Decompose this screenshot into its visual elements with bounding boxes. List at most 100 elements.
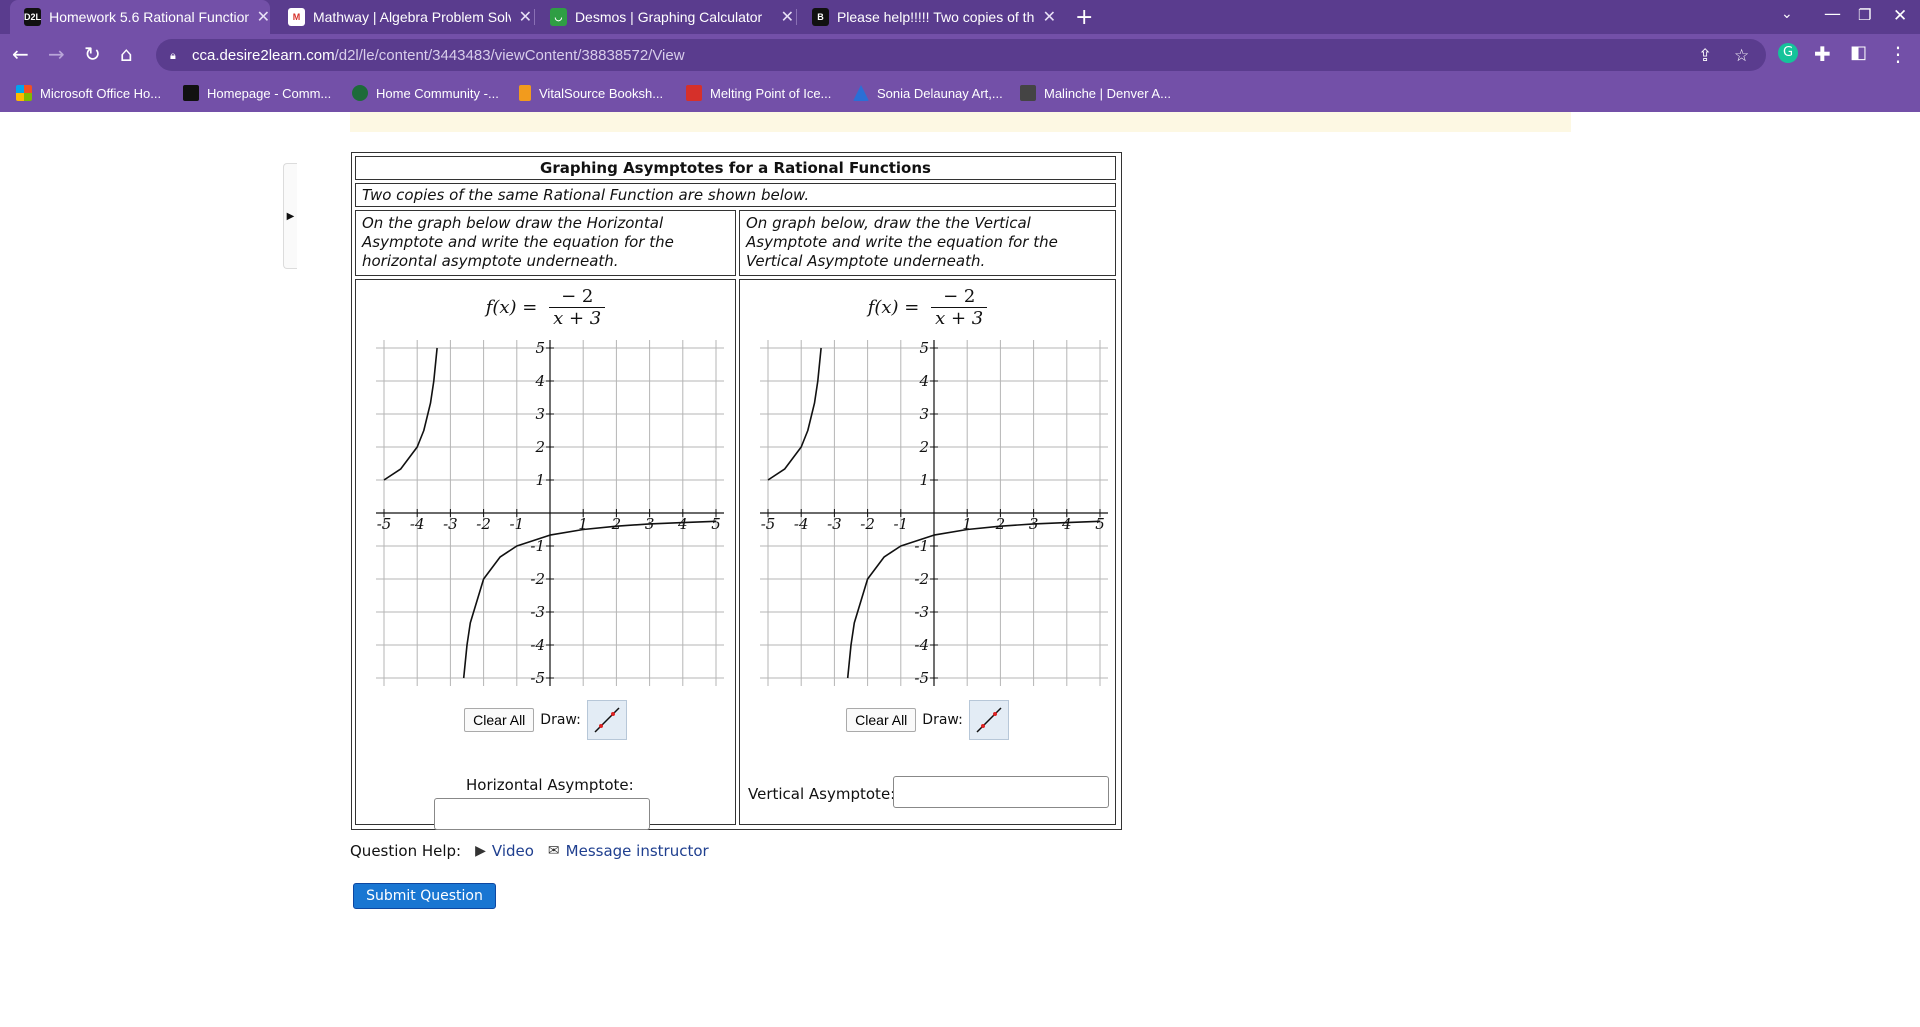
bookmarks-bar: Microsoft Office Ho... Homepage - Comm..… <box>0 76 1920 112</box>
x-tick-label: -3 <box>827 515 842 533</box>
url-text: cca.desire2learn.com/d2l/le/content/3443… <box>192 47 685 64</box>
horizontal-asymptote-input[interactable] <box>434 798 650 830</box>
bookmark-item[interactable]: Microsoft Office Ho... <box>16 85 161 101</box>
vertical-asymptote-input[interactable] <box>893 776 1109 808</box>
function-graph[interactable]: -5 -4 -3 -2 -1 1 2 3 4 554321-1-2-3-4-5 <box>376 339 724 687</box>
x-tick-label: -2 <box>476 515 491 533</box>
bookmark-item[interactable]: Homepage - Comm... <box>183 85 331 101</box>
back-icon[interactable]: ← <box>12 42 29 66</box>
bookmark-label: Melting Point of Ice... <box>710 85 832 101</box>
formula-denominator: x + 3 <box>935 308 984 329</box>
formula-numerator: − 2 <box>931 286 988 308</box>
clear-all-button[interactable]: Clear All <box>846 708 917 732</box>
question-subtitle: Two copies of the same Rational Function… <box>355 183 1116 207</box>
bookmark-label: Home Community -... <box>376 85 499 101</box>
restore-icon[interactable]: ❐ <box>1858 6 1871 24</box>
line-tool-button[interactable] <box>586 700 627 740</box>
formula-lhs: f(x) = <box>485 297 538 318</box>
x-tick-label: 2 <box>611 515 622 533</box>
x-tick-label: -4 <box>794 515 809 533</box>
url-path: /d2l/le/content/3443483/viewContent/3883… <box>334 46 685 64</box>
video-icon: ▶︎ <box>475 843 486 859</box>
y-tick-label: -4 <box>530 636 545 654</box>
tab-brainly[interactable]: B Please help!!!!! Two copies of the ✕ <box>798 0 1056 34</box>
tab-label: Mathway | Algebra Problem Solv <box>312 9 511 25</box>
grammarly-icon[interactable]: G <box>1778 43 1798 63</box>
formula-fraction: − 2 x + 3 <box>549 286 606 329</box>
formula-fraction: − 2 x + 3 <box>931 286 988 329</box>
y-tick-label: 1 <box>919 471 929 489</box>
x-tick-label: 4 <box>677 515 688 533</box>
x-tick-label: -2 <box>860 515 875 533</box>
tab-desmos[interactable]: ◡ Desmos | Graphing Calculator ✕ <box>536 0 794 34</box>
side-panel-icon[interactable]: ◧ <box>1850 42 1867 63</box>
formula-numerator: − 2 <box>549 286 606 308</box>
right-instruction: On graph below, draw the the Vertical As… <box>739 210 1116 276</box>
bookmark-star-icon[interactable]: ☆ <box>1734 46 1749 66</box>
bookmark-item[interactable]: Malinche | Denver A... <box>1020 85 1171 101</box>
side-panel-toggle[interactable]: ▶ <box>283 163 297 269</box>
tab-label: Homework 5.6 Rational Function <box>49 9 249 25</box>
menu-icon[interactable]: ⋮ <box>1888 42 1908 66</box>
extensions-icon[interactable]: ✚ <box>1814 42 1831 66</box>
y-tick-label: -2 <box>530 570 545 588</box>
share-icon[interactable]: ⇪ <box>1698 46 1712 66</box>
graph-canvas[interactable]: -5 -4 -3 -2 -1 1 2 3 4 5 5 4 3 2 1 -1 -2 -3 -4 -5 <box>376 339 724 687</box>
clear-all-button[interactable]: Clear All <box>464 708 535 732</box>
vertical-asymptote-label: Vertical Asymptote: <box>748 785 896 803</box>
reload-icon[interactable]: ↻ <box>84 42 101 66</box>
bookmark-item[interactable]: Sonia Delaunay Art,... <box>853 85 1003 101</box>
melting-point-icon <box>686 85 702 101</box>
line-tool-button[interactable] <box>968 700 1009 740</box>
bookmark-item[interactable]: Home Community -... <box>352 85 499 101</box>
x-tick-label: 4 <box>1061 515 1072 533</box>
home-icon[interactable]: ⌂ <box>120 42 133 66</box>
horizontal-asymptote-label: Horizontal Asymptote: <box>466 776 634 794</box>
denver-art-icon <box>1020 85 1036 101</box>
submit-question-button[interactable]: Submit Question <box>353 883 496 909</box>
function-graph[interactable]: -5 -4 -3 -2 -1 1 2 3 4 554321-1-2-3-4-5 <box>760 339 1108 687</box>
browser-tab-bar: D2L Homework 5.6 Rational Function ✕ M M… <box>0 0 1920 34</box>
bookmark-item[interactable]: VitalSource Booksh... <box>519 85 663 101</box>
y-tick-label: -3 <box>914 603 929 621</box>
vertical-graph-cell: f(x) = − 2 x + 3 -5 -4 -3 -2 -1 1 2 3 4 5 5 4 3 2 1 -1-… <box>739 279 1116 825</box>
lock-icon: 🔒︎ <box>170 49 176 62</box>
desmos-favicon-icon: ◡ <box>550 8 567 26</box>
tab-homework[interactable]: D2L Homework 5.6 Rational Function ✕ <box>10 0 270 34</box>
tab-mathway[interactable]: M Mathway | Algebra Problem Solv ✕ <box>274 0 532 34</box>
bookmark-label: VitalSource Booksh... <box>539 85 664 101</box>
minimize-icon[interactable]: — <box>1824 4 1841 24</box>
url-host: cca.desire2learn.com <box>192 46 335 64</box>
window-close-icon[interactable]: ✕ <box>1893 6 1907 26</box>
function-curve <box>846 520 1101 679</box>
draw-label: Draw: <box>540 712 581 728</box>
x-tick-label: -5 <box>761 515 776 533</box>
close-tab-icon[interactable]: ✕ <box>519 7 532 27</box>
message-instructor-link[interactable]: Message instructor <box>566 842 709 860</box>
graph-controls: Clear All Draw: <box>356 700 735 740</box>
close-tab-icon[interactable]: ✕ <box>781 7 794 27</box>
graph-canvas[interactable]: -5 -4 -3 -2 -1 1 2 3 4 5 5 4 3 2 1 -1 -2 -3 -4 -5 <box>760 339 1108 687</box>
y-tick-label: 2 <box>918 438 929 456</box>
notice-strip <box>350 112 1571 132</box>
tab-search-icon[interactable]: ⌄ <box>1781 6 1793 22</box>
close-tab-icon[interactable]: ✕ <box>257 7 270 27</box>
x-tick-label: -1 <box>893 515 908 533</box>
question-title: Graphing Asymptotes for a Rational Funct… <box>355 156 1116 180</box>
new-tab-icon[interactable]: + <box>1075 5 1093 30</box>
video-link[interactable]: Video <box>492 842 534 860</box>
function-formula: f(x) = − 2 x + 3 <box>356 286 735 329</box>
microsoft-office-icon <box>16 85 32 101</box>
close-tab-icon[interactable]: ✕ <box>1043 7 1056 27</box>
bookmark-item[interactable]: Melting Point of Ice... <box>686 85 831 101</box>
forward-icon[interactable]: → <box>48 42 65 66</box>
y-tick-label: -4 <box>914 636 929 654</box>
question-help: Question Help: ▶︎ Video ✉ Message instru… <box>350 842 709 860</box>
triangle-right-icon: ▶ <box>286 210 295 222</box>
left-instruction: On the graph below draw the Horizontal A… <box>355 210 736 276</box>
address-toolbar: ← → ↻ ⌂ 🔒︎ cca.desire2learn.com/d2l/le/c… <box>0 34 1920 76</box>
sonia-delaunay-icon <box>853 85 869 101</box>
x-tick-label: 5 <box>1095 515 1105 533</box>
url-bar[interactable]: 🔒︎ cca.desire2learn.com/d2l/le/content/3… <box>156 39 1766 71</box>
y-tick-label: 4 <box>918 372 929 390</box>
